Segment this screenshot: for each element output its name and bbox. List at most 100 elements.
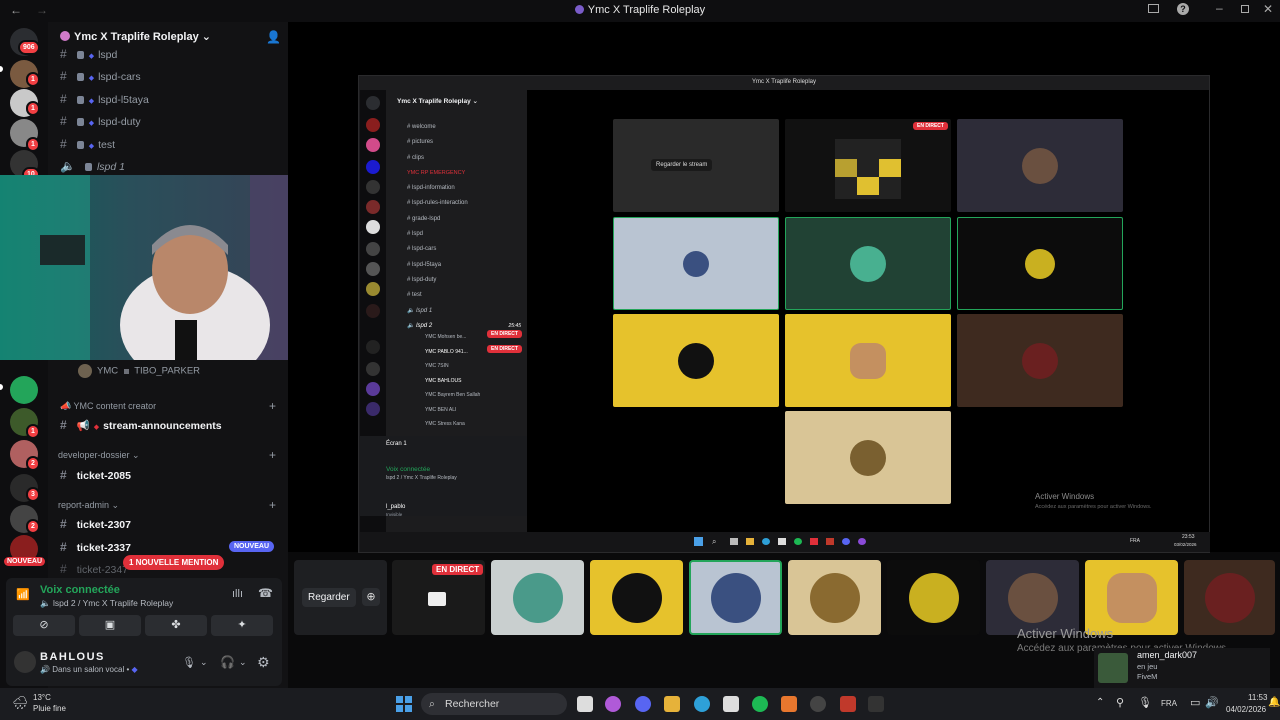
channel-lspd[interactable]: # ◆ lspd [60, 47, 117, 61]
voice-channel-lspd-1[interactable]: 🔈 lspd 1 [60, 159, 125, 173]
effects-button[interactable]: ✦ [211, 615, 273, 636]
add-channel-icon[interactable]: + [269, 399, 276, 413]
taskbar-app-icon [778, 538, 786, 545]
microphone-icon[interactable]: 🎙 [182, 656, 196, 669]
taskbar-app-icon [746, 538, 754, 545]
camera-off-button[interactable]: ⊘ [13, 615, 75, 636]
inner-voice-panel: Écran 1 Voix connectée lspd 2 / Ymc X Tr… [360, 436, 527, 517]
app-icon[interactable] [781, 696, 797, 712]
inner-voice-channel-path: lspd 2 / Ymc X Traplife Roleplay [386, 475, 457, 481]
add-channel-icon[interactable]: + [269, 448, 276, 462]
voice-member[interactable]: YMC TIBO_PARKER [78, 364, 200, 378]
participant-tile[interactable] [1085, 560, 1178, 635]
clock-date[interactable]: 04/02/2026 [1226, 705, 1266, 714]
participant-tile[interactable] [788, 560, 881, 635]
taskbar-app-icon [810, 538, 818, 545]
channel-ticket-2307[interactable]: # ticket-2307 [60, 517, 131, 531]
task-view-icon[interactable] [577, 696, 593, 712]
microphone-icon[interactable]: 🎙 [1138, 696, 1152, 709]
server-header[interactable]: Ymc X Traplife Roleplay ⌄ [60, 30, 211, 43]
headphones-icon[interactable]: 🎧 [220, 655, 235, 669]
weather-desc[interactable]: Pluie fine [33, 704, 66, 713]
edge-icon[interactable] [694, 696, 710, 712]
store-icon[interactable] [723, 696, 739, 712]
channel-lspd-duty[interactable]: # ◆ lspd-duty [60, 114, 141, 128]
disconnect-icon[interactable]: ☎ [258, 586, 273, 600]
channel-ticket-2085[interactable]: # ticket-2085 [60, 468, 131, 482]
inner-channel: # lspd-l5taya [407, 261, 442, 268]
participant-tile[interactable] [887, 560, 980, 635]
user-avatar[interactable] [14, 651, 36, 673]
windows-start-icon[interactable] [396, 696, 412, 712]
taskbar-search[interactable]: ⌕ Rechercher [421, 693, 567, 715]
channel-stream-announcements[interactable]: # 📢 ◆ stream-announcements [60, 418, 222, 432]
help-icon[interactable]: ? [1177, 3, 1189, 15]
app-icon[interactable] [868, 696, 884, 712]
participant-tile[interactable] [491, 560, 584, 635]
hash-icon: # [60, 540, 67, 554]
category-content-creator[interactable]: 📣 YMC content creator [60, 401, 156, 412]
close-icon[interactable]: ✕ [1263, 2, 1273, 16]
channel-ticket-2347[interactable]: # ticket-2347 [60, 562, 128, 576]
participant-tile-speaking[interactable] [689, 560, 782, 635]
inner-member: YMC Stress Kana [425, 421, 465, 427]
maximize-icon[interactable] [1241, 5, 1249, 13]
inbox-icon[interactable] [1148, 4, 1159, 13]
discord-server-icon[interactable] [10, 376, 38, 404]
weather-icon[interactable]: 🌧 [12, 695, 29, 711]
participant-tile[interactable] [1184, 560, 1275, 635]
app-icon[interactable] [840, 696, 856, 712]
voice-channel-path[interactable]: 🔈 lspd 2 / Ymc X Traplife Roleplay [40, 598, 173, 609]
copilot-icon[interactable] [605, 696, 621, 712]
add-channel-icon[interactable]: + [269, 498, 276, 512]
participant-tile[interactable] [986, 560, 1079, 635]
watch-stream-tile[interactable]: Regarder ⊕ [294, 560, 387, 635]
chevron-down-icon[interactable]: ⌄ [200, 657, 208, 668]
inner-window-title: Ymc X Traplife Roleplay [751, 79, 817, 85]
popout-icon[interactable]: ⊕ [362, 588, 380, 606]
category-report-admin[interactable]: report-admin ⌄ [58, 500, 119, 511]
game-activity-card[interactable]: amen_dark007 en jeu FiveM [1094, 648, 1270, 688]
gear-icon[interactable]: ⚙ [257, 654, 270, 671]
weather-temp[interactable]: 13°C [33, 693, 51, 702]
user-name[interactable]: BAHLOUS [40, 651, 105, 663]
channel-ticket-2337[interactable]: # ticket-2337 [60, 540, 131, 554]
invite-icon[interactable]: 👤 [266, 30, 281, 44]
soundboard-icon[interactable]: ıllı [232, 588, 243, 600]
avatar [611, 572, 662, 623]
volume-icon[interactable]: 🔊 [1205, 696, 1219, 709]
language-indicator[interactable]: FRA [1161, 699, 1177, 708]
voice-status[interactable]: Voix connectée [40, 584, 120, 596]
clock-time[interactable]: 11:53 [1248, 693, 1267, 702]
monitor-icon[interactable]: ▭ [1190, 696, 1200, 709]
file-explorer-icon[interactable] [664, 696, 680, 712]
hash-icon: # [60, 47, 67, 61]
inner-channel: # lspd-information [407, 185, 455, 192]
watch-button[interactable]: Regarder [302, 588, 356, 607]
channel-lspd-cars[interactable]: # ◆ lspd-cars [60, 69, 141, 83]
discord-icon[interactable] [635, 696, 651, 712]
server-icon [366, 220, 380, 234]
inner-channel: # lspd-duty [407, 276, 437, 283]
inner-live-badge: EN DIRECT [913, 122, 948, 130]
activities-button[interactable]: ✤ [145, 615, 207, 636]
minimize-icon[interactable]: – [1216, 1, 1223, 15]
participant-tile[interactable] [590, 560, 683, 635]
category-developer-dossier[interactable]: developer-dossier ⌄ [58, 450, 140, 461]
new-mention-badge[interactable]: 1 NOUVELLE MENTION [123, 555, 225, 570]
app-icon[interactable] [810, 696, 826, 712]
channel-test[interactable]: # ◆ test [60, 137, 115, 151]
hash-icon: # [60, 517, 67, 531]
channel-lspd-l5taya[interactable]: # ◆ lspd-l5taya [60, 92, 149, 106]
inner-channel: # lspd-cars [407, 246, 437, 253]
hash-icon: # [60, 468, 67, 482]
notifications-icon[interactable]: 🔔 [1268, 697, 1280, 708]
share-screen-button[interactable]: ▣ [79, 615, 141, 636]
network-icon[interactable]: ⚲ [1116, 696, 1124, 709]
chevron-down-icon[interactable]: ⌄ [239, 657, 247, 668]
spotify-icon[interactable] [752, 696, 768, 712]
inner-tile-live: EN DIRECT [785, 119, 951, 212]
chevron-up-icon[interactable]: ⌃ [1096, 697, 1104, 708]
avatar [850, 439, 886, 476]
live-stream-tile[interactable]: EN DIRECT [392, 560, 485, 635]
